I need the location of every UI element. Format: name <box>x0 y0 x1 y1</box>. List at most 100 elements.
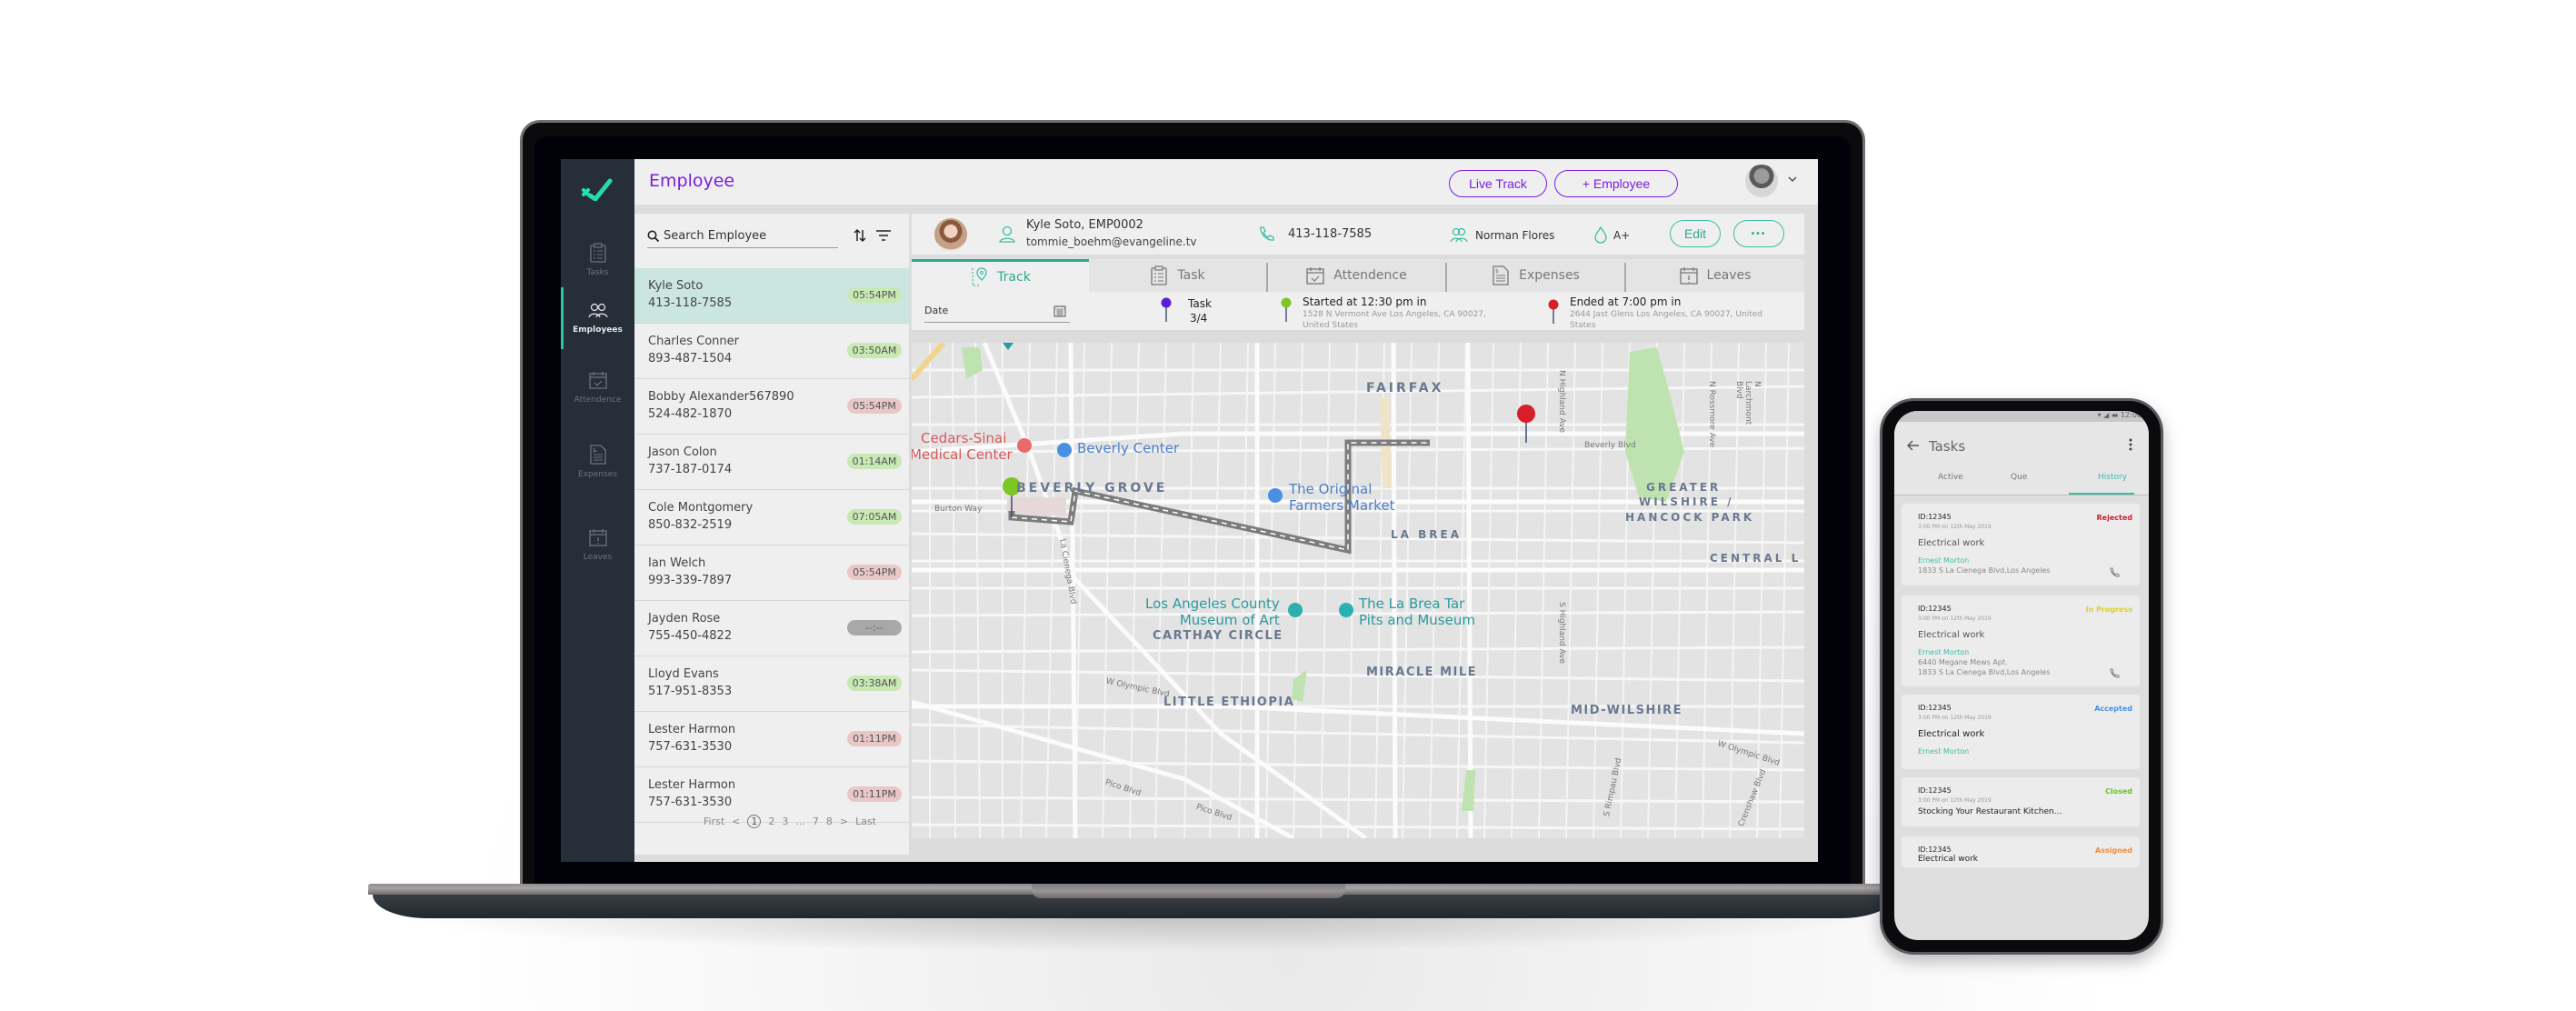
task-datetime: 3:00 PM on 12th May 2019 <box>1918 797 1992 804</box>
sidebar-item-label: Leaves <box>583 553 613 562</box>
page-link[interactable]: 3 <box>782 816 788 828</box>
tab-attendence[interactable]: Attendence <box>1268 259 1445 292</box>
employee-photo <box>934 218 967 251</box>
employee-row[interactable]: Jayden Rose 755-450-4822 --:-- <box>634 601 909 656</box>
page-last-link[interactable]: Last <box>855 816 876 828</box>
tab-leaves[interactable]: Leaves <box>1626 259 1804 292</box>
task-id: ID:12345 <box>1918 513 1952 521</box>
sidebar-item-expenses[interactable]: $ Expenses <box>561 445 634 479</box>
task-assignee[interactable]: Ernest Morton <box>1918 747 1969 756</box>
task-title: Electrical work <box>1918 538 1985 548</box>
employee-row[interactable]: Lester Harmon 757-631-3530 01:11PM <box>634 767 909 823</box>
employee-row[interactable]: Lester Harmon 757-631-3530 01:11PM <box>634 712 909 767</box>
task-card[interactable]: ID:12345 3:00 PM on 12th May 2019 Accept… <box>1902 695 2140 769</box>
map-neighborhood-label: FAIRFAX <box>1366 381 1444 395</box>
search-employee-input[interactable]: Search Employee <box>647 225 838 248</box>
task-card[interactable]: ID:12345 3:00 PM on 12th May 2019 Closed… <box>1902 777 2140 826</box>
invoice-icon: $ <box>1493 265 1509 285</box>
sidebar-item-attendence[interactable]: Attendence <box>561 370 634 405</box>
employee-row[interactable]: Jason Colon 737-187-0174 01:14AM <box>634 435 909 490</box>
search-icon <box>647 230 660 242</box>
sidebar-item-leaves[interactable]: Leaves <box>561 527 634 562</box>
sort-icon[interactable] <box>853 228 867 243</box>
top-bar: Employee Live Track + Employee <box>634 159 1818 205</box>
chevron-down-icon[interactable] <box>1787 174 1798 185</box>
street-label: N Highland Ave <box>1557 370 1566 434</box>
svg-text:$: $ <box>593 447 596 454</box>
user-avatar[interactable] <box>1745 165 1778 197</box>
track-map[interactable]: FAIRFAX BEVERLY GROVE LA BREA GREATER WI… <box>912 343 1804 838</box>
page-link[interactable]: 2 <box>768 816 774 828</box>
call-icon[interactable] <box>2109 668 2120 679</box>
call-icon[interactable] <box>2109 567 2120 578</box>
sidebar-item-tasks[interactable]: Tasks <box>561 243 634 277</box>
time-badge: 01:11PM <box>847 731 902 746</box>
map-neighborhood-label: GREATER <box>1646 481 1722 494</box>
employee-row[interactable]: Kyle Soto 413-118-7585 05:54PM <box>634 268 909 324</box>
phone-tab-active[interactable]: Active <box>1938 473 1963 482</box>
invoice-icon: $ <box>589 445 606 465</box>
filter-icon[interactable] <box>875 228 892 243</box>
page-prev-link[interactable]: < <box>732 816 740 828</box>
map-park <box>962 347 983 379</box>
page-next-link[interactable]: > <box>840 816 848 828</box>
sidebar-item-employees[interactable]: Employees <box>561 287 634 349</box>
calendar-alert-icon <box>1679 267 1698 285</box>
date-picker-input[interactable]: Date <box>924 305 1070 323</box>
poi-lacma[interactable]: Los Angeles County Museum of Art <box>1145 596 1280 628</box>
tab-track[interactable]: Track <box>912 259 1089 292</box>
task-datetime: 3:00 PM on 12th May 2019 <box>1918 715 1992 721</box>
task-card[interactable]: ID:12345 3:00 PM on 12th May 2019 Reject… <box>1902 504 2140 586</box>
employee-rows: Kyle Soto 413-118-7585 05:54PM Charles C… <box>634 268 909 823</box>
calendar-icon[interactable] <box>1053 305 1066 317</box>
tab-label: Attendence <box>1333 268 1407 283</box>
poi-label: Pits and Museum <box>1359 612 1475 628</box>
street-label: Burton Way <box>934 505 983 514</box>
tab-label: Task <box>1177 268 1205 283</box>
poi-label: Farmers Market <box>1289 497 1395 514</box>
map-neighborhood-label: HANCOCK PARK <box>1625 511 1755 524</box>
app-logo-icon[interactable] <box>581 177 614 201</box>
detail-tabs: Track Task Attendence $ Expenses Leaves <box>912 259 1804 292</box>
employee-row[interactable]: Charles Conner 893-487-1504 03:50AM <box>634 324 909 379</box>
time-badge: 07:05AM <box>847 509 902 525</box>
poi-la-brea-tar-pits[interactable]: The La Brea Tar Pits and Museum <box>1359 596 1475 628</box>
task-card[interactable]: ID:12345 Assigned Electrical work <box>1902 836 2140 867</box>
task-assignee[interactable]: Ernest Morton <box>1918 556 1969 565</box>
task-card[interactable]: ID:12345 3:00 PM on 12th May 2019 In Pro… <box>1902 596 2140 686</box>
edit-button[interactable]: Edit <box>1670 220 1721 247</box>
page-link[interactable]: 7 <box>813 816 819 828</box>
poi-label: Medical Center <box>912 446 1013 463</box>
time-badge: 05:54PM <box>847 287 902 303</box>
kebab-menu-icon[interactable] <box>2129 438 2132 451</box>
page-link-current[interactable]: 1 <box>747 815 762 828</box>
street-label: N Rossmore Ave <box>1707 381 1716 447</box>
phone-screen: ▾ ◢ ▬ 12:00 Tasks Active Que History ID:… <box>1894 411 2149 940</box>
svg-text:$: $ <box>1495 268 1499 275</box>
map-hospital-area <box>1007 497 1066 516</box>
page-first-link[interactable]: First <box>704 816 724 828</box>
map-canvas <box>912 343 1804 838</box>
employee-row[interactable]: Lloyd Evans 517-951-8353 03:38AM <box>634 656 909 712</box>
tab-expenses[interactable]: $ Expenses <box>1447 259 1624 292</box>
task-datetime: 3:00 PM on 12th May 2019 <box>1918 524 1992 530</box>
poi-beverly-center[interactable]: Beverly Center <box>1077 440 1179 456</box>
poi-cedars-sinai[interactable]: Cedars-Sinai Medical Center <box>912 430 1013 463</box>
add-employee-button[interactable]: + Employee <box>1554 170 1678 197</box>
task-assignee[interactable]: Ernest Morton <box>1918 648 1969 656</box>
tab-task[interactable]: Task <box>1089 259 1266 292</box>
employee-row[interactable]: Ian Welch 993-339-7897 05:54PM <box>634 546 909 601</box>
phone-tab-que[interactable]: Que <box>2011 473 2027 482</box>
page-link[interactable]: 8 <box>826 816 833 828</box>
live-track-button[interactable]: Live Track <box>1449 170 1547 197</box>
page-ellipsis: ... <box>795 816 805 827</box>
task-pin-icon <box>1161 297 1172 322</box>
employee-row[interactable]: Bobby Alexander567890 524-482-1870 05:54… <box>634 379 909 435</box>
more-options-button[interactable]: ••• <box>1733 220 1784 247</box>
poi-farmers-market[interactable]: The Original Farmers Market <box>1289 481 1395 514</box>
start-title: Started at 12:30 pm in <box>1303 295 1427 308</box>
back-arrow-icon[interactable] <box>1907 440 1920 451</box>
task-progress: 3/4 <box>1190 312 1208 325</box>
employee-row[interactable]: Cole Montgomery 850-832-2519 07:05AM <box>634 490 909 546</box>
phone-tab-history[interactable]: History <box>2098 473 2127 482</box>
